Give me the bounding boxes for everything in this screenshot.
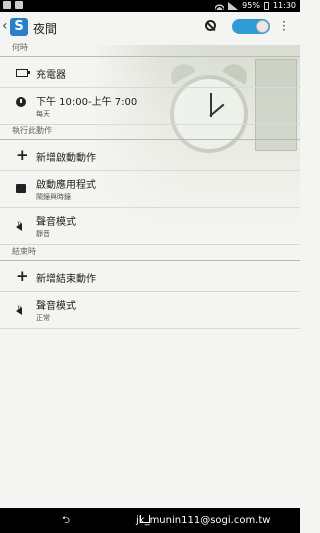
list-item-title: 新增結束動作	[36, 274, 96, 285]
list-item-title: 新增啟動動作	[36, 153, 96, 164]
list-item-sound-mode-end[interactable]: 聲音模式 正常	[0, 292, 300, 329]
list-item-launch-app[interactable]: 啟動應用程式 鬧鐘與時鐘	[0, 171, 300, 208]
enable-toggle[interactable]	[232, 19, 270, 34]
section-header-end: 結束時	[0, 246, 300, 261]
add-start-action-button[interactable]: + 新增啟動動作	[0, 140, 300, 171]
section-header-start: 執行此動作	[0, 125, 300, 140]
launch-app-icon	[16, 183, 26, 196]
volume-icon	[16, 221, 22, 234]
battery-charging-icon	[16, 67, 30, 80]
list-item-title: 啟動應用程式	[36, 180, 96, 191]
volume-icon	[16, 305, 22, 318]
list-item-subtitle: 正常	[36, 314, 50, 322]
action-bar: ‹ S 夜間 · · ·	[0, 12, 300, 42]
plus-icon: +	[16, 146, 29, 164]
navigation-bar: ⮌ jk_munin111@sogi.com.tw	[0, 508, 300, 533]
add-end-action-button[interactable]: + 新增結束動作	[0, 261, 300, 292]
block-icon[interactable]	[205, 20, 216, 31]
list-item-subtitle: 鬧鐘與時鐘	[36, 193, 71, 201]
plus-icon: +	[16, 267, 29, 285]
list-item-sound-mode-start[interactable]: 聲音模式 靜音	[0, 208, 300, 245]
list-item-subtitle: 靜音	[36, 230, 50, 238]
list-item-title: 聲音模式	[36, 217, 76, 228]
signal-icon	[228, 1, 239, 10]
watermark: jk_munin111@sogi.com.tw	[136, 515, 271, 526]
page-title: 夜間	[33, 22, 58, 36]
battery-percent: 95%	[242, 1, 260, 10]
list-item-title: 下午 10:00-上午 7:00	[36, 97, 138, 108]
wifi-icon	[215, 1, 225, 10]
notification-icon	[15, 1, 23, 9]
list-item-charger[interactable]: 充電器	[0, 57, 300, 88]
section-header-when: 何時	[0, 42, 300, 57]
status-time: 11:30	[272, 1, 296, 10]
nav-back-icon[interactable]: ⮌	[62, 513, 70, 530]
list-item-title: 充電器	[36, 70, 66, 81]
back-chevron-icon[interactable]: ‹	[2, 18, 8, 34]
list-item-title: 聲音模式	[36, 301, 76, 312]
battery-icon	[263, 1, 269, 10]
clock-icon	[16, 97, 26, 110]
toggle-knob	[256, 20, 269, 33]
more-options-icon[interactable]: · · ·	[282, 16, 286, 36]
list-item-time[interactable]: 下午 10:00-上午 7:00 每天	[0, 88, 300, 125]
profile-detail: 何時 充電器 下午 10:00-上午 7:00 每天 執行此動作 + 新增啟動動…	[0, 42, 300, 329]
app-logo-icon[interactable]: S	[10, 18, 28, 36]
status-bar: 95% 11:30	[0, 0, 300, 12]
list-item-subtitle: 每天	[36, 110, 50, 118]
notification-icon	[3, 1, 11, 9]
